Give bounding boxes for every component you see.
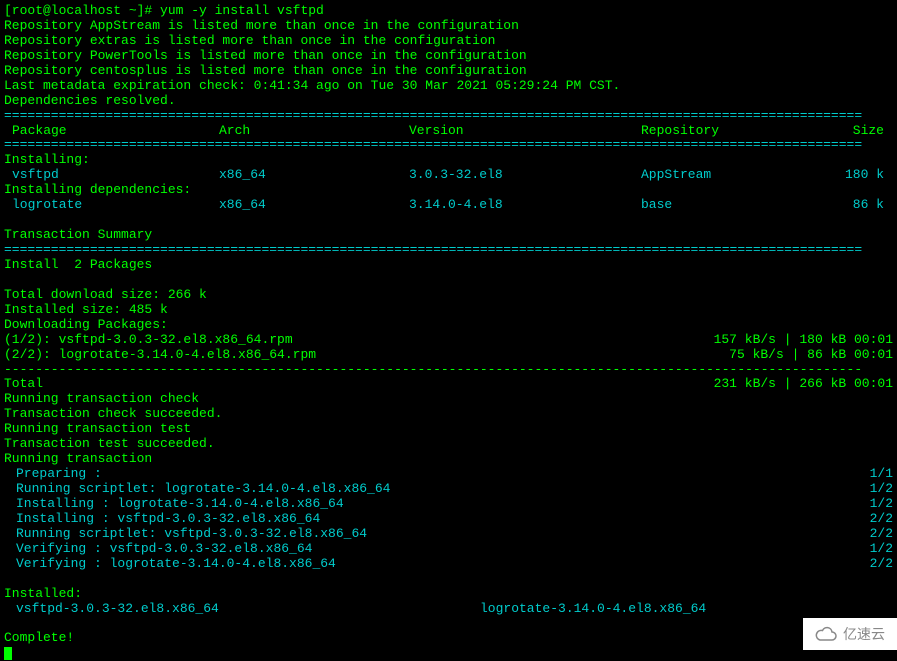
header-version: Version (409, 124, 641, 139)
blank-line (4, 213, 893, 228)
blank-line (4, 572, 893, 587)
total-download-size: Total download size: 266 k (4, 288, 893, 303)
install-count: Install 2 Packages (4, 258, 893, 273)
step-counter: 1/2 (870, 542, 893, 557)
download-name: (2/2): logrotate-3.14.0-4.el8.x86_64.rpm (4, 348, 316, 363)
step-counter: 2/2 (870, 557, 893, 572)
step-row: Verifying : vsftpd-3.0.3-32.el8.x86_64 1… (4, 542, 893, 557)
repo-warning: Repository AppStream is listed more than… (4, 19, 893, 34)
step-label: Running scriptlet: vsftpd-3.0.3-32.el8.x… (4, 527, 367, 542)
pkg-size: 180 k (836, 168, 884, 183)
step-label: Running scriptlet: logrotate-3.14.0-4.el… (4, 482, 390, 497)
step-row: Installing : logrotate-3.14.0-4.el8.x86_… (4, 497, 893, 512)
transaction-check-ok: Transaction check succeeded. (4, 407, 893, 422)
metadata-check: Last metadata expiration check: 0:41:34 … (4, 79, 893, 94)
download-stats: 157 kB/s | 180 kB 00:01 (714, 333, 893, 348)
step-label: Installing : vsftpd-3.0.3-32.el8.x86_64 (4, 512, 320, 527)
installed-size: Installed size: 485 k (4, 303, 893, 318)
blank-line (4, 273, 893, 288)
step-row: Running scriptlet: logrotate-3.14.0-4.el… (4, 482, 893, 497)
header-repository: Repository (641, 124, 836, 139)
repo-warning: Repository centosplus is listed more tha… (4, 64, 893, 79)
installing-deps-label: Installing dependencies: (4, 183, 893, 198)
repo-warning: Repository extras is listed more than on… (4, 34, 893, 49)
command-prompt: [root@localhost ~]# yum -y install vsftp… (4, 4, 893, 19)
step-label: Verifying : vsftpd-3.0.3-32.el8.x86_64 (4, 542, 312, 557)
divider: ========================================… (4, 243, 893, 258)
header-size: Size (836, 124, 884, 139)
downloading-label: Downloading Packages: (4, 318, 893, 333)
cloud-icon (815, 626, 837, 642)
pkg-version: 3.14.0-4.el8 (409, 198, 641, 213)
step-counter: 2/2 (870, 527, 893, 542)
dash-divider: ----------------------------------------… (4, 363, 893, 378)
pkg-arch: x86_64 (219, 168, 409, 183)
download-row: (2/2): logrotate-3.14.0-4.el8.x86_64.rpm… (4, 348, 893, 363)
step-row: Verifying : logrotate-3.14.0-4.el8.x86_6… (4, 557, 893, 572)
total-label: Total (4, 377, 43, 392)
table-row: vsftpd x86_64 3.0.3-32.el8 AppStream 180… (4, 168, 893, 183)
download-name: (1/2): vsftpd-3.0.3-32.el8.x86_64.rpm (4, 333, 293, 348)
transaction-check: Running transaction check (4, 392, 893, 407)
step-label: Verifying : logrotate-3.14.0-4.el8.x86_6… (4, 557, 336, 572)
repo-warning: Repository PowerTools is listed more tha… (4, 49, 893, 64)
table-row: logrotate x86_64 3.14.0-4.el8 base 86 k (4, 198, 893, 213)
divider: ========================================… (4, 109, 893, 124)
installing-label: Installing: (4, 153, 893, 168)
step-label: Preparing : (4, 467, 102, 482)
pkg-repo: AppStream (641, 168, 836, 183)
installed-label: Installed: (4, 587, 893, 602)
step-row: Preparing : 1/1 (4, 467, 893, 482)
watermark-text: 亿速云 (843, 626, 885, 642)
step-row: Running scriptlet: vsftpd-3.0.3-32.el8.x… (4, 527, 893, 542)
total-row: Total 231 kB/s | 266 kB 00:01 (4, 377, 893, 392)
installed-row: vsftpd-3.0.3-32.el8.x86_64 logrotate-3.1… (4, 602, 893, 617)
step-counter: 1/1 (870, 467, 893, 482)
step-counter: 1/2 (870, 497, 893, 512)
header-package: Package (4, 124, 219, 139)
deps-resolved: Dependencies resolved. (4, 94, 893, 109)
complete: Complete! (4, 631, 893, 646)
header-arch: Arch (219, 124, 409, 139)
terminal-output[interactable]: [root@localhost ~]# yum -y install vsftp… (4, 4, 893, 661)
download-row: (1/2): vsftpd-3.0.3-32.el8.x86_64.rpm 15… (4, 333, 893, 348)
table-header: Package Arch Version Repository Size (4, 124, 893, 139)
step-counter: 2/2 (870, 512, 893, 527)
pkg-arch: x86_64 (219, 198, 409, 213)
download-stats: 75 kB/s | 86 kB 00:01 (729, 348, 893, 363)
transaction-summary: Transaction Summary (4, 228, 893, 243)
running-transaction: Running transaction (4, 452, 893, 467)
pkg-repo: base (641, 198, 836, 213)
pkg-size: 86 k (836, 198, 884, 213)
pkg-name: vsftpd (4, 168, 219, 183)
installed-package: logrotate-3.14.0-4.el8.x86_64 (480, 602, 706, 617)
blank-line (4, 616, 893, 631)
total-stats: 231 kB/s | 266 kB 00:01 (714, 377, 893, 392)
pkg-name: logrotate (4, 198, 219, 213)
transaction-test: Running transaction test (4, 422, 893, 437)
step-label: Installing : logrotate-3.14.0-4.el8.x86_… (4, 497, 344, 512)
watermark: 亿速云 (803, 618, 897, 650)
step-counter: 1/2 (870, 482, 893, 497)
cursor-icon (4, 647, 12, 660)
step-row: Installing : vsftpd-3.0.3-32.el8.x86_64 … (4, 512, 893, 527)
installed-package: vsftpd-3.0.3-32.el8.x86_64 (4, 602, 480, 617)
transaction-test-ok: Transaction test succeeded. (4, 437, 893, 452)
cursor-line[interactable] (4, 646, 893, 661)
pkg-version: 3.0.3-32.el8 (409, 168, 641, 183)
divider: ========================================… (4, 138, 893, 153)
